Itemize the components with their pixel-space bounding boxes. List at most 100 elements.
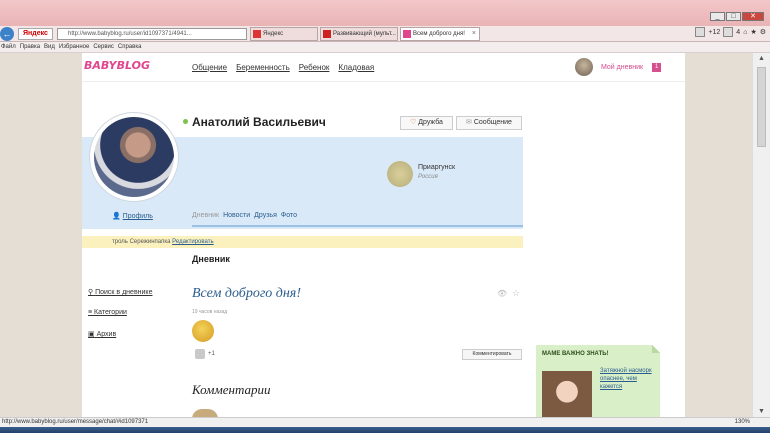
comments-title: Комментарии [192,382,271,397]
home-icon[interactable]: ⌂ [743,29,747,36]
menu-favorites[interactable]: Избранное [59,44,89,50]
search-icon: ⚲ [88,289,94,296]
scroll-down-icon[interactable]: ▼ [758,408,765,415]
section-title: Дневник [192,254,230,264]
babyblog-favicon-icon [403,30,411,38]
menu-help[interactable]: Справка [118,44,142,50]
promo-title: МАМЕ ВАЖНО ЗНАТЬ! [542,351,609,357]
archive-icon: ▣ [88,331,95,338]
yandex-favicon-icon [253,30,261,38]
friendship-button[interactable]: ♡ Дружба [400,116,453,130]
online-status-icon [183,119,188,124]
tab-underline [192,225,523,227]
scroll-up-icon[interactable]: ▲ [758,55,765,62]
mail-icon[interactable] [695,27,706,37]
map-icon [387,161,413,187]
user-icon: 👤 [112,213,121,220]
thumbs-up-icon[interactable] [195,349,205,359]
profile-name: Анатолий Васильевич [192,115,326,129]
minimize-button[interactable]: _ [710,12,725,21]
tab-friends[interactable]: Друзья [254,212,277,219]
address-bar[interactable]: http://www.babyblog.ru/user/id1097371/49… [57,28,247,40]
menu-view[interactable]: Вид [44,44,55,50]
archive-link[interactable]: ▣ Архив [88,330,116,338]
gear-icon[interactable]: ⚙ [760,28,766,36]
nav-pantry[interactable]: Кладовая [338,63,374,72]
promo-link[interactable]: Затяжной насморк опаснее, чем кажется [600,367,658,391]
promo-corner [652,345,660,353]
status-note: троль Сережинпапка Редактировать [82,236,523,248]
tab-post[interactable]: Всем доброго дня! × [400,27,480,41]
friendship-label: Дружба [418,119,443,126]
profile-tabs: Дневник Новости Друзья Фото [192,212,297,219]
profile-avatar[interactable] [94,117,174,197]
status-url: http://www.babyblog.ru/user/message/chat… [2,419,149,425]
post-title[interactable]: Всем доброго дня! [192,286,301,302]
commenter-avatar[interactable] [192,409,218,417]
browser-toolbar-right: +12 4 ⌂ ★ ⚙ [695,27,766,37]
nav-pregnancy[interactable]: Беременность [236,63,290,72]
tab-label: Всем доброго дня! [413,31,465,37]
menu-tools[interactable]: Сервис [93,44,114,50]
tab-diary[interactable]: Дневник [192,212,219,219]
zoom-level[interactable]: 130% [735,418,750,427]
page-background: BABYBLOG Общение Беременность Ребенок Кл… [0,53,752,417]
my-diary-link[interactable]: Мой дневник [601,64,643,71]
categories-label: Категории [94,309,127,316]
envelope-icon: ✉ [466,119,472,126]
status-bar: http://www.babyblog.ru/user/message/chat… [0,417,770,427]
status-note-text: троль Сережинпапка [112,239,171,245]
scrollbar[interactable]: ▲ ▼ [752,53,770,417]
profile-link-label: Профиль [122,213,153,220]
menu-file[interactable]: Файл [1,44,16,50]
search-diary-link[interactable]: ⚲ Поиск в дневнике [88,288,152,296]
close-tab-icon[interactable]: × [472,28,476,40]
categories-link[interactable]: ≡ Категории [88,309,127,316]
menu-edit[interactable]: Правка [20,44,40,50]
edit-link[interactable]: Редактировать [172,239,213,245]
tab-photo[interactable]: Фото [281,212,297,219]
scroll-thumb[interactable] [757,67,766,147]
youtube-favicon-icon [323,30,331,38]
babyblog-logo[interactable]: BABYBLOG [84,59,150,72]
window-titlebar: _ □ ✕ [0,0,770,26]
yandex-logo[interactable]: Яндекс [18,28,53,40]
avatar[interactable] [575,58,593,76]
comment-button[interactable]: Комментировать [462,349,522,360]
tab-label: Яндекс [263,31,284,37]
post-time: 19 часов назад [192,309,228,315]
nav-child[interactable]: Ребенок [299,63,330,72]
profile-link[interactable]: 👤 Профиль [112,212,153,220]
main-nav: Общение Беременность Ребенок Кладовая [192,63,374,72]
eye-icon: 👁 [497,289,508,298]
star-icon[interactable]: ☆ [512,288,520,299]
like-count: +1 [208,351,215,357]
favorites-star-icon[interactable]: ★ [750,28,756,36]
tab-video[interactable]: Развивающий (мульт... [320,27,398,41]
promo-photo[interactable] [542,371,592,417]
emoticon-icon [192,320,214,342]
taskbar [0,427,770,433]
back-button[interactable]: ← [0,27,14,41]
location-country: Россия [418,174,438,180]
close-button[interactable]: ✕ [742,12,764,21]
window-controls: _ □ ✕ [710,12,764,21]
message-label: Сообщение [473,119,512,126]
page-content: BABYBLOG Общение Беременность Ребенок Кл… [82,53,685,417]
tab-label: Развивающий (мульт... [333,31,396,37]
video-icon[interactable] [723,27,734,37]
location-city: Приаргунск [418,164,456,171]
browser-navbar: ← Яндекс http://www.babyblog.ru/user/id1… [0,26,770,42]
tab-yandex[interactable]: Яндекс [250,27,318,41]
heart-icon: ♡ [410,119,417,126]
nav-communication[interactable]: Общение [192,63,227,72]
diary-count-badge[interactable]: 1 [652,63,662,72]
list-icon: ≡ [88,309,93,316]
message-button[interactable]: ✉ Сообщение [456,116,522,130]
tab-news[interactable]: Новости [223,212,250,219]
site-header: BABYBLOG Общение Беременность Ребенок Кл… [82,53,685,82]
maximize-button[interactable]: □ [726,12,741,21]
archive-label: Архив [96,331,117,338]
tab-count: +12 [708,28,721,36]
menu-bar: Файл Правка Вид Избранное Сервис Справка [0,42,770,53]
